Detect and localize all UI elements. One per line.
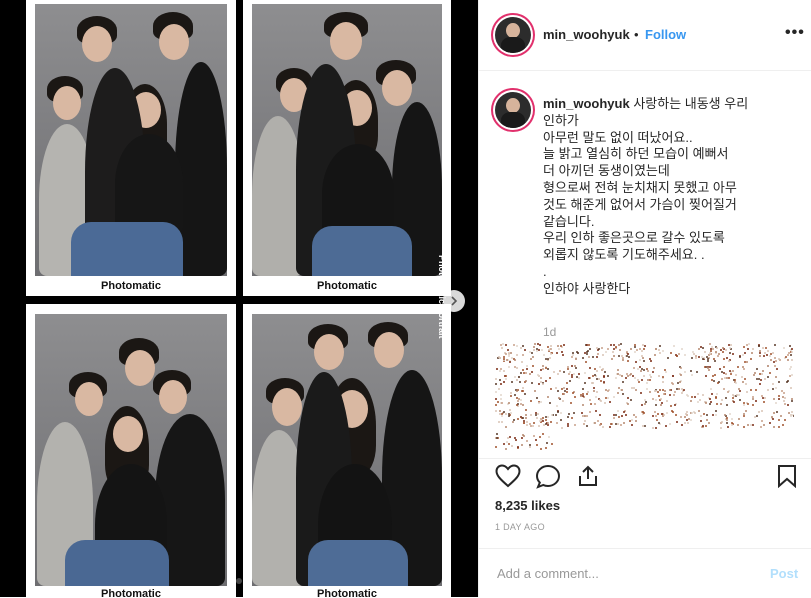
photo-frame bbox=[252, 4, 442, 276]
more-options-icon[interactable]: ••• bbox=[785, 24, 805, 42]
post-media[interactable]: Photomatic Photomatic Photomatic Photoma… bbox=[0, 0, 478, 597]
caption: min_woohyuk 사랑하는 내동생 우리 인하가 아무런 말도 없이 떠났… bbox=[543, 96, 793, 298]
post-panel: min_woohyuk • Follow ••• min_woohyuk 사랑하… bbox=[478, 0, 811, 597]
header-username[interactable]: min_woohyuk bbox=[543, 27, 630, 42]
photo-strip-1: Photomatic bbox=[26, 0, 236, 296]
photo-strip-4: Photomatic bbox=[243, 304, 451, 597]
caption-line: 인하가 bbox=[543, 112, 579, 128]
share-icon[interactable] bbox=[576, 464, 600, 488]
redacted-comments bbox=[494, 343, 794, 451]
photo-caption: Photomatic bbox=[101, 280, 161, 292]
chevron-right-icon[interactable] bbox=[443, 290, 465, 312]
caption-line: 형으로써 전혀 눈치채지 못했고 아무 bbox=[543, 179, 737, 195]
caption-line: 것도 해준게 없어서 가슴이 찢어질거 bbox=[543, 196, 737, 212]
caption-line: 우리 인하 좋은곳으로 갈수 있도록 bbox=[543, 230, 725, 246]
caption-line: 외롭지 않도록 기도해주세요. . bbox=[543, 247, 705, 263]
photo-strip-2: Photomatic bbox=[243, 0, 451, 296]
comment-input[interactable] bbox=[495, 565, 749, 582]
caption-username[interactable]: min_woohyuk bbox=[543, 96, 630, 111]
comment-bubble-icon[interactable] bbox=[535, 464, 561, 490]
photo-frame bbox=[35, 4, 227, 276]
photo-frame bbox=[35, 314, 227, 586]
photo-strip-3: Photomatic bbox=[26, 304, 236, 597]
avatar[interactable] bbox=[495, 92, 531, 128]
action-bar bbox=[479, 458, 811, 491]
comment-box: Post bbox=[479, 548, 811, 598]
avatar[interactable] bbox=[495, 17, 531, 53]
caption-line: 인하야 사랑한다 bbox=[543, 280, 631, 296]
separator-dot: • bbox=[634, 27, 639, 42]
post-header: min_woohyuk • Follow ••• bbox=[479, 0, 811, 71]
caption-line: 늘 밝고 열심히 하던 모습이 예뻐서 bbox=[543, 146, 729, 162]
caption-age: 1d bbox=[543, 325, 557, 339]
caption-line: 더 아끼던 동생이였는데 bbox=[543, 163, 670, 179]
caption-line: 아무런 말도 없이 떠났어요.. bbox=[543, 129, 693, 145]
bookmark-icon[interactable] bbox=[777, 464, 797, 488]
carousel-indicator bbox=[236, 578, 242, 584]
post-button[interactable]: Post bbox=[770, 566, 798, 581]
caption-line: 사랑하는 내동생 우리 bbox=[633, 96, 749, 111]
post-date: 1 DAY AGO bbox=[495, 522, 545, 532]
caption-line: . bbox=[543, 263, 547, 279]
caption-line: 같습니다. bbox=[543, 213, 595, 229]
likes-count[interactable]: 8,235 likes bbox=[495, 498, 560, 513]
photo-caption: Photomatic bbox=[101, 588, 161, 597]
heart-icon[interactable] bbox=[495, 464, 521, 488]
photo-caption: Photomatic bbox=[317, 280, 377, 292]
photo-frame bbox=[252, 314, 442, 586]
photo-caption: Photomatic bbox=[317, 588, 377, 597]
follow-button[interactable]: Follow bbox=[645, 27, 686, 42]
